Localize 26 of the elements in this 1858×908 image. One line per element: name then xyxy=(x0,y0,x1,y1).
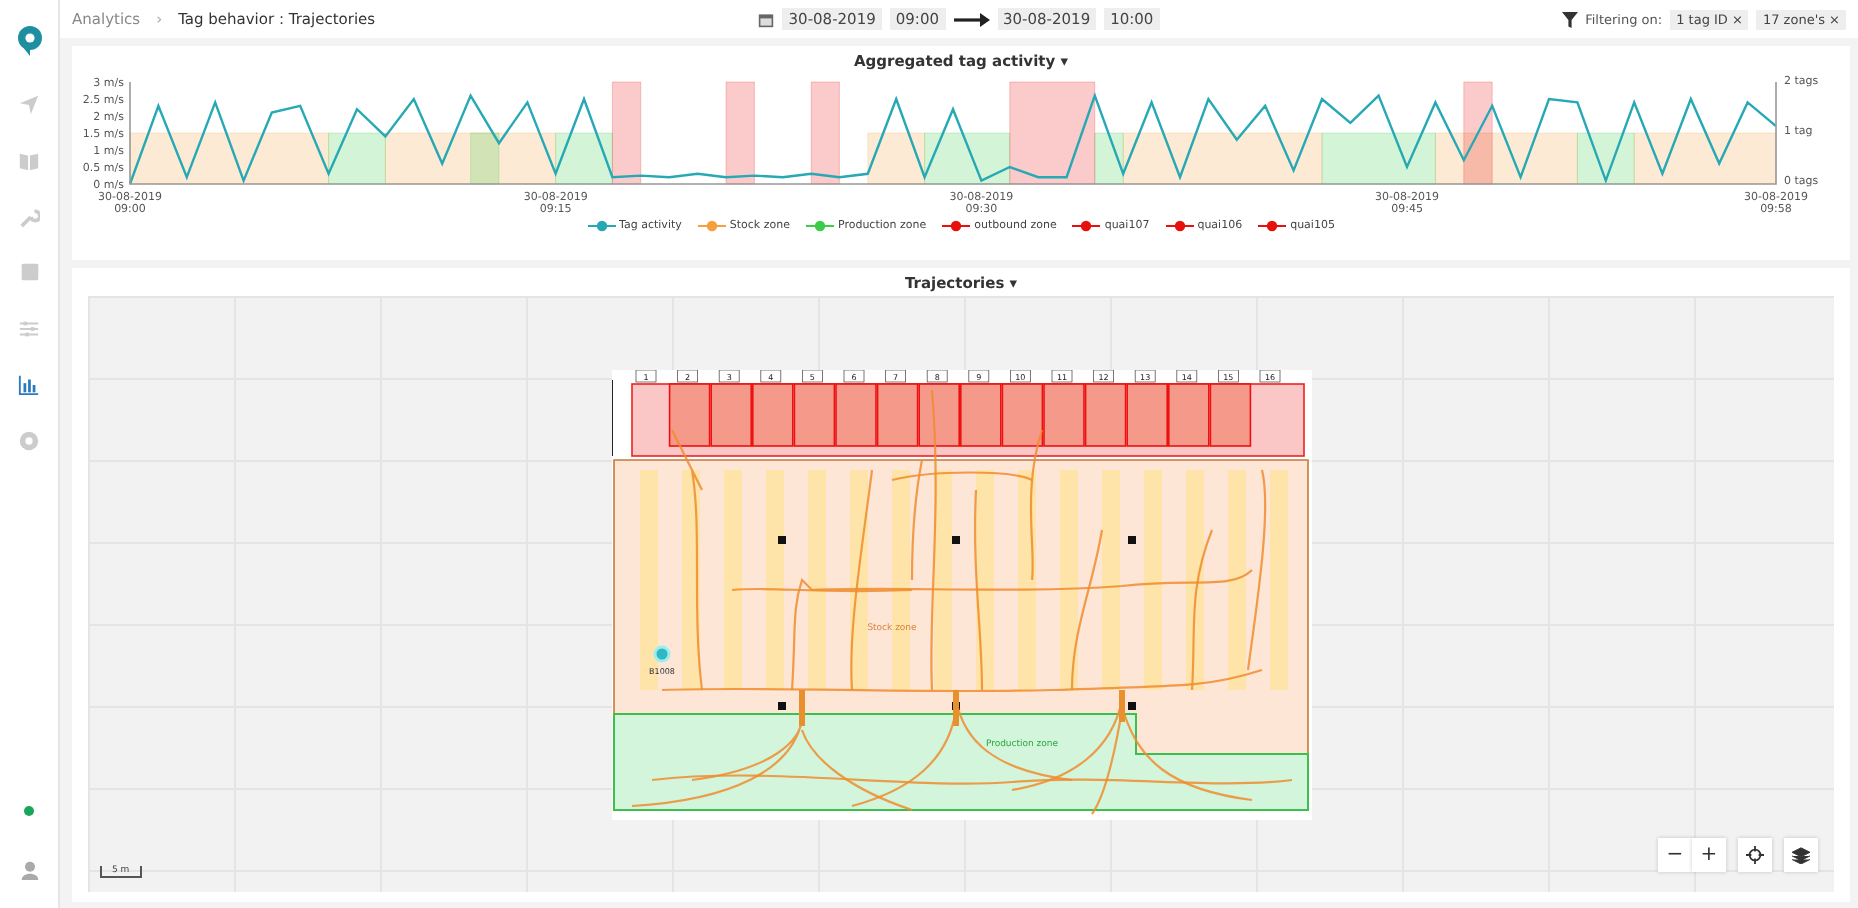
zoom-out-button[interactable]: − xyxy=(1658,838,1692,872)
bar-chart-icon xyxy=(18,373,40,395)
zoom-in-button[interactable]: + xyxy=(1692,838,1726,872)
circle-icon xyxy=(18,429,40,451)
calendar-icon xyxy=(758,11,775,27)
layers-button[interactable] xyxy=(1784,838,1818,872)
wrench-icon xyxy=(18,205,40,227)
legend-marker-icon xyxy=(587,220,616,232)
crosshair-icon xyxy=(1746,846,1764,864)
logo-icon xyxy=(13,24,45,56)
square-icon xyxy=(19,262,39,282)
sliders-icon xyxy=(18,317,40,339)
user-icon[interactable] xyxy=(19,860,39,880)
filter-icon xyxy=(1561,11,1578,27)
legend-marker-icon xyxy=(1072,220,1101,232)
layers-icon xyxy=(1792,846,1810,864)
legend-marker-icon xyxy=(805,220,834,232)
book-icon xyxy=(18,149,40,171)
navigation-arrow-icon xyxy=(18,93,40,115)
legend-marker-icon xyxy=(1258,220,1287,232)
arrow-icon xyxy=(953,11,989,27)
status-dot xyxy=(24,806,34,816)
legend-marker-icon xyxy=(1165,220,1194,232)
legend-marker-icon xyxy=(697,220,726,232)
legend-marker-icon xyxy=(942,220,971,232)
locate-button[interactable] xyxy=(1738,838,1772,872)
